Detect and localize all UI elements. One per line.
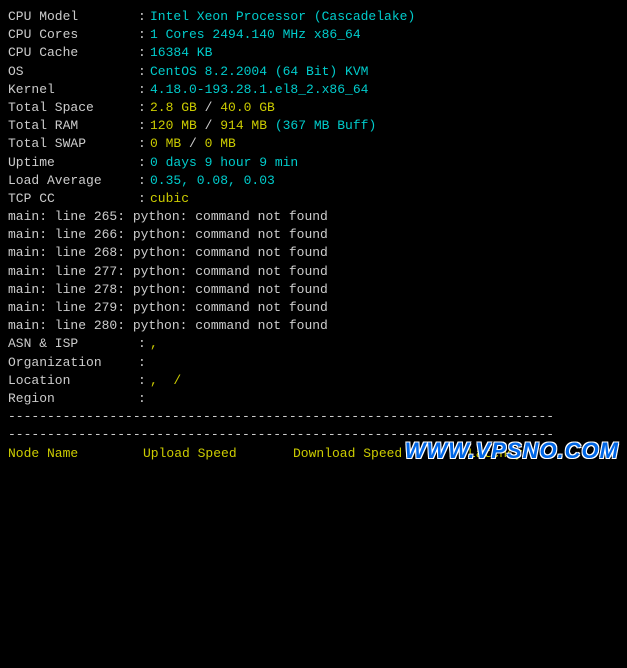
space-used: 2.8 GB [150,99,197,117]
swap-label: Total SWAP [8,135,138,153]
tcpcc-value: cubic [150,190,189,208]
sysinfo-row: OS: CentOS 8.2.2004 (64 Bit) KVM [8,63,619,81]
error-line: main: line 279: python: command not foun… [8,299,619,317]
sysinfo-row: CPU Model: Intel Xeon Processor (Cascade… [8,8,619,26]
total-space-row: Total Space : 2.8 GB / 40.0 GB [8,99,619,117]
error-line: main: line 266: python: command not foun… [8,226,619,244]
netinfo-label: ASN & ISP [8,335,138,353]
sysinfo-label: CPU Cache [8,44,138,62]
error-line: main: line 278: python: command not foun… [8,281,619,299]
sysinfo-value: 4.18.0-193.28.1.el8_2.x86_64 [150,81,368,99]
loadavg-value: 0.35, 0.08, 0.03 [150,172,275,190]
uptime-row: Uptime : 0 days 9 hour 9 min [8,154,619,172]
sysinfo-label: OS [8,63,138,81]
sysinfo-value: 16384 KB [150,44,212,62]
netinfo-row: Location: , / [8,372,619,390]
sysinfo-value: 1 Cores 2494.140 MHz x86_64 [150,26,361,44]
tcpcc-row: TCP CC : cubic [8,190,619,208]
ram-label: Total RAM [8,117,138,135]
netinfo-row: ASN & ISP: , [8,335,619,353]
total-swap-row: Total SWAP : 0 MB / 0 MB [8,135,619,153]
ram-total: 914 MB [220,117,267,135]
sysinfo-value: Intel Xeon Processor (Cascadelake) [150,8,415,26]
error-line: main: line 268: python: command not foun… [8,244,619,262]
sysinfo-row: CPU Cache: 16384 KB [8,44,619,62]
separator-line: ----------------------------------------… [8,408,619,426]
netinfo-label: Organization [8,354,138,372]
uptime-value: 0 days 9 hour 9 min [150,154,298,172]
sysinfo-label: Kernel [8,81,138,99]
netinfo-value: , [150,335,158,353]
ram-used: 120 MB [150,117,197,135]
netinfo-row: Region: [8,390,619,408]
header-upload: Upload Speed [143,445,293,463]
header-node: Node Name [8,445,143,463]
loadavg-row: Load Average : 0.35, 0.08, 0.03 [8,172,619,190]
watermark-text: WWW.VPSNO.COM [405,436,619,467]
ram-buff: (367 MB Buff) [267,117,376,135]
error-line: main: line 277: python: command not foun… [8,263,619,281]
netinfo-label: Location [8,372,138,390]
netinfo-label: Region [8,390,138,408]
space-total: 40.0 GB [220,99,275,117]
sysinfo-row: CPU Cores: 1 Cores 2494.140 MHz x86_64 [8,26,619,44]
netinfo-row: Organization: [8,354,619,372]
sysinfo-label: CPU Model [8,8,138,26]
swap-used: 0 MB [150,135,181,153]
network-info-block: ASN & ISP: ,Organization: Location: , /R… [8,335,619,408]
python-errors-block: main: line 265: python: command not foun… [8,208,619,335]
system-info-block: CPU Model: Intel Xeon Processor (Cascade… [8,8,619,99]
sysinfo-label: CPU Cores [8,26,138,44]
error-line: main: line 280: python: command not foun… [8,317,619,335]
sysinfo-row: Kernel: 4.18.0-193.28.1.el8_2.x86_64 [8,81,619,99]
error-line: main: line 265: python: command not foun… [8,208,619,226]
sysinfo-value: CentOS 8.2.2004 (64 Bit) KVM [150,63,368,81]
total-ram-row: Total RAM : 120 MB / 914 MB (367 MB Buff… [8,117,619,135]
netinfo-value: , / [150,372,181,390]
space-label: Total Space [8,99,138,117]
swap-total: 0 MB [205,135,236,153]
